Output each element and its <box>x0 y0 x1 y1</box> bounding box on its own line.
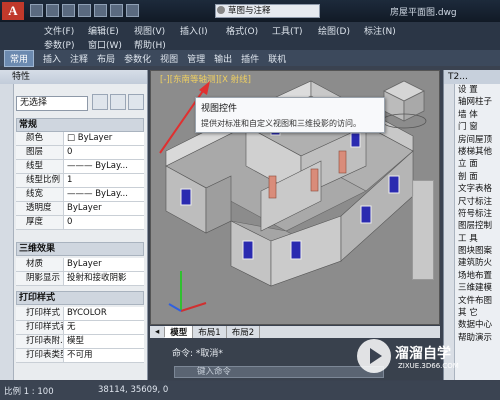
tab-annotate[interactable]: 注释 <box>70 52 88 65</box>
prop-row[interactable]: 材质 ByLayer <box>16 258 144 272</box>
palette-side-bar[interactable] <box>444 84 455 380</box>
prev-tab-icon[interactable]: ◂ <box>150 327 166 337</box>
prop-row[interactable]: 线型 ——— ByLay... <box>16 160 144 174</box>
tab-layout[interactable]: 布局 <box>97 52 115 65</box>
navigation-bar[interactable] <box>412 180 434 280</box>
menu-file[interactable]: 文件(F) <box>44 24 74 37</box>
workspace-select[interactable]: 草图与注释 <box>215 4 320 18</box>
tooltip-description: 提供对标准和自定义视图和三维投影的访问。 <box>201 119 361 128</box>
gear-icon <box>217 6 225 14</box>
prop-row[interactable]: 阴影显示 投射和接收阴影 <box>16 272 144 286</box>
menu-insert[interactable]: 插入(I) <box>180 24 208 37</box>
tab-insert[interactable]: 插入 <box>43 52 61 65</box>
prop-row[interactable]: 打印样式 BYCOLOR <box>16 307 144 321</box>
section-general[interactable]: 常规 <box>16 118 144 132</box>
open-icon[interactable] <box>46 4 59 17</box>
prop-row[interactable]: 线型比例 1 <box>16 174 144 188</box>
menu-view[interactable]: 视图(V) <box>134 24 165 37</box>
select-objects-icon[interactable] <box>110 94 126 110</box>
prop-row[interactable]: 图层 0 <box>16 146 144 160</box>
tab-output[interactable]: 输出 <box>214 52 232 65</box>
watermark-name: 溜溜自学 <box>395 346 451 362</box>
quick-select-icon[interactable] <box>128 94 144 110</box>
tooltip-view-control: 视图控件 提供对标准和自定义视图和三维投影的访问。 <box>195 97 385 133</box>
status-bar: 比例 1 : 100 38114, 35609, 0 <box>0 381 500 400</box>
tab-manage[interactable]: 管理 <box>187 52 205 65</box>
command-input[interactable]: 键入命令 <box>174 366 384 378</box>
ribbon-tabs: 常用 插入 注释 布局 参数化 视图 管理 输出 插件 联机 <box>0 49 500 67</box>
document-title: 房屋平面图.dwg <box>390 8 457 18</box>
prop-row[interactable]: 颜色 □ ByLayer <box>16 132 144 146</box>
menu-format[interactable]: 格式(O) <box>226 24 258 37</box>
save-icon[interactable] <box>62 4 75 17</box>
toggle-pickadd-icon[interactable] <box>92 94 108 110</box>
new-icon[interactable] <box>30 4 43 17</box>
prop-row[interactable]: 厚度 0 <box>16 216 144 230</box>
tab-parametric[interactable]: 参数化 <box>124 52 151 65</box>
quick-access-toolbar <box>30 4 139 18</box>
properties-palette: 特性 无选择 常规 颜色 □ ByLayer 图层 0 线型 ——— ByLay...… <box>0 70 148 380</box>
menu-bar: 文件(F) 编辑(E) 视图(V) 插入(I) 格式(O) 工具(T) 绘图(D… <box>0 22 500 51</box>
tab-model[interactable]: 模型 <box>165 326 194 338</box>
watermark-url: ZIXUE.3D66.COM <box>398 362 459 370</box>
redo-icon[interactable] <box>126 4 139 17</box>
section-3d-effects[interactable]: 三维效果 <box>16 242 144 256</box>
prop-row[interactable]: 线宽 ——— ByLay... <box>16 188 144 202</box>
tooltip-title: 视图控件 <box>201 104 238 114</box>
tab-plugins[interactable]: 插件 <box>241 52 259 65</box>
t20-tool-palette: T2... 设 置 轴网柱子 墙 体 门 窗 房间屋顶 楼梯其他 立 面 剖 面… <box>443 70 500 380</box>
prop-row[interactable]: 打印表附... 模型 <box>16 335 144 349</box>
menu-tools[interactable]: 工具(T) <box>272 24 303 37</box>
command-history: 命令: *取消* <box>172 349 223 359</box>
menu-dimension[interactable]: 标注(N) <box>364 24 396 37</box>
prop-row[interactable]: 透明度 ByLayer <box>16 202 144 216</box>
scale-status[interactable]: 比例 1 : 100 <box>4 385 54 397</box>
properties-title: 特性 <box>0 70 147 84</box>
viewcube-icon[interactable] <box>379 76 429 131</box>
tab-online[interactable]: 联机 <box>268 52 286 65</box>
tab-view[interactable]: 视图 <box>160 52 178 65</box>
section-plot-style[interactable]: 打印样式 <box>16 291 144 305</box>
tab-home[interactable]: 常用 <box>4 49 35 67</box>
play-icon <box>357 339 391 373</box>
prop-row[interactable]: 打印表类型不可用 <box>16 349 144 363</box>
prop-row[interactable]: 打印样式表无 <box>16 321 144 335</box>
selection-select[interactable]: 无选择 <box>16 96 88 111</box>
undo-icon[interactable] <box>110 4 123 17</box>
tab-layout2[interactable]: 布局2 <box>227 326 261 338</box>
menu-draw[interactable]: 绘图(D) <box>318 24 350 37</box>
tab-layout1[interactable]: 布局1 <box>193 326 227 338</box>
save-as-icon[interactable] <box>78 4 91 17</box>
menu-edit[interactable]: 编辑(E) <box>88 24 119 37</box>
tool-palette-title: T2... <box>444 70 500 84</box>
print-icon[interactable] <box>94 4 107 17</box>
app-logo[interactable]: A <box>2 2 24 20</box>
coordinates-readout: 38114, 35609, 0 <box>98 385 169 395</box>
layout-tabs: ◂ 模型 布局1 布局2 <box>150 326 440 338</box>
palette-side-bar[interactable] <box>0 84 14 380</box>
